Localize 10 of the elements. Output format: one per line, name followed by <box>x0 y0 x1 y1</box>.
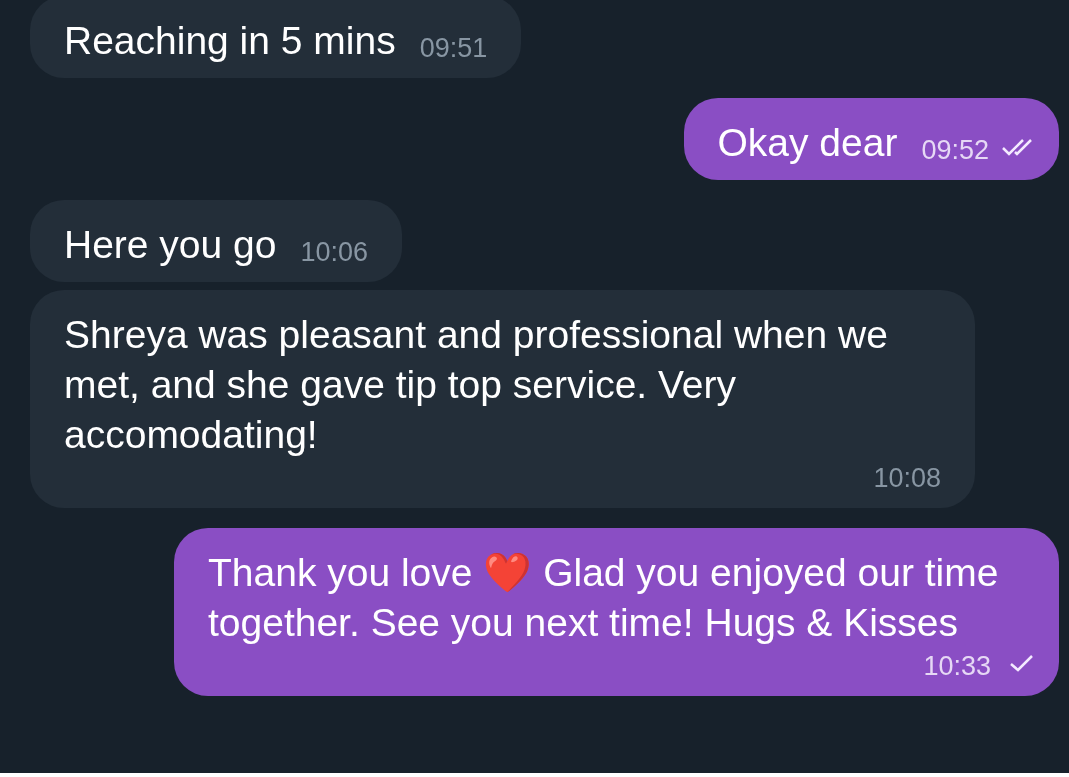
message-time: 09:52 <box>921 134 989 167</box>
message-text: Okay dear <box>717 120 898 166</box>
message-text: Shreya was pleasant and professional when we met, and she gave tip top service. Very accomodating! <box>64 312 889 458</box>
message-text: Here you go <box>64 222 277 268</box>
message-text: Thank you love ❤ Glad you enjoyed our time together. See you next time! Hugs & Kisses <box>208 550 1000 646</box>
message-time: 10:06 <box>300 236 369 269</box>
message-time: 10:33 <box>923 650 991 683</box>
message-text: Reaching in 5 mins <box>64 18 396 64</box>
message-time: 09:51 <box>419 32 488 65</box>
message-time: 10:08 <box>873 462 941 495</box>
